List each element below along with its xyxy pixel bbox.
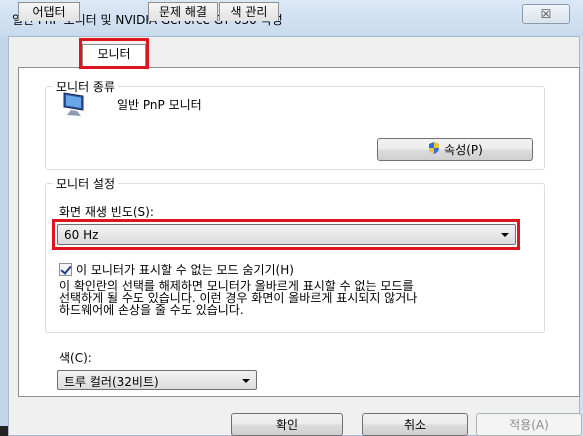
close-icon: ☒ [540, 7, 552, 21]
tab-color-management-label: 색 관리 [230, 5, 268, 19]
tab-panel: 모니터 종류 일반 PnP 모니터 속성(P) 모니터 설정 화면 재생 빈도(… [18, 67, 580, 397]
color-depth-value: 트루 컬러(32비트) [64, 375, 159, 389]
tab-troubleshoot-label: 문제 해결 [159, 5, 207, 19]
window-border [0, 36, 8, 436]
monitor-name: 일반 PnP 모니터 [117, 98, 202, 112]
chevron-down-icon [242, 379, 250, 383]
cancel-button[interactable]: 취소 [362, 413, 468, 436]
ok-button-label: 확인 [275, 418, 299, 432]
uac-shield-icon [427, 141, 441, 158]
warning-text: 이 확인란의 선택를 해제하면 모니터가 올바르게 표시할 수 없는 모드를 선… [59, 279, 418, 317]
properties-button[interactable]: 속성(P) [377, 138, 533, 161]
hide-modes-label[interactable]: 이 모니터가 표시할 수 없는 모드 숨기기(H) [76, 261, 294, 278]
dialog-window: 일반 PnP 모니터 및 NVIDIA GeForce GT 630 속성 ☒ … [0, 0, 583, 436]
color-label: 색(C): [59, 351, 92, 365]
close-button[interactable]: ☒ [522, 4, 570, 24]
apply-button[interactable]: 적용(A) [476, 413, 582, 436]
title-bar[interactable]: 일반 PnP 모니터 및 NVIDIA GeForce GT 630 속성 ☒ [0, 0, 583, 36]
tab-adapter[interactable]: 어댑터 [18, 2, 80, 21]
apply-button-label: 적용(A) [509, 418, 549, 432]
properties-button-label: 속성(P) [444, 143, 483, 157]
cancel-button-label: 취소 [403, 418, 427, 432]
monitor-icon [61, 90, 89, 121]
color-depth-select[interactable]: 트루 컬러(32비트) [57, 370, 257, 390]
tab-troubleshoot[interactable]: 문제 해결 [148, 2, 218, 21]
ok-button[interactable]: 확인 [231, 413, 343, 436]
tab-color-management[interactable]: 색 관리 [219, 2, 279, 21]
tab-adapter-label: 어댑터 [32, 5, 66, 19]
refresh-highlight-box [52, 219, 520, 250]
hide-modes-checkbox[interactable] [59, 263, 72, 276]
tab-highlight-box [79, 38, 149, 69]
monitor-settings-label: 모니터 설정 [53, 175, 119, 192]
window-corner [0, 426, 8, 436]
refresh-rate-label: 화면 재생 빈도(S): [59, 205, 154, 219]
